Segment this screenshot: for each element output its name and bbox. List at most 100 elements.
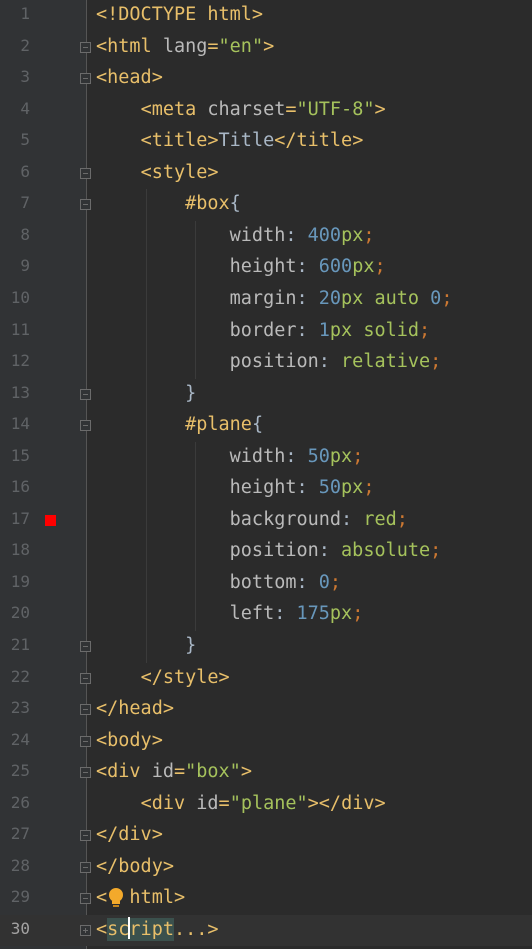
line-number[interactable]: 3 [0,67,30,86]
line-number[interactable]: 16 [0,477,30,496]
code-line[interactable]: 19 bottom: 0; [0,568,532,600]
code-text[interactable]: position: relative; [96,349,442,375]
code-line[interactable]: 5 <title>Title</title> [0,126,532,158]
line-number[interactable]: 21 [0,635,30,654]
code-line[interactable]: 6 <style> [0,158,532,190]
code-line[interactable]: 24 <body> [0,726,532,758]
line-number[interactable]: 29 [0,887,30,906]
code-line[interactable]: 11 border: 1px solid; [0,316,532,348]
code-line[interactable]: 23 </head> [0,694,532,726]
code-line[interactable]: 7 #box{ [0,189,532,221]
line-number[interactable]: 10 [0,288,30,307]
code-line[interactable]: 15 width: 50px; [0,442,532,474]
line-number[interactable]: 23 [0,698,30,717]
line-number[interactable]: 17 [0,509,30,528]
line-number[interactable]: 11 [0,320,30,339]
collapse-fold-icon[interactable] [80,388,91,400]
code-text[interactable]: <style> [96,160,219,186]
line-number[interactable]: 20 [0,603,30,622]
collapse-fold-icon[interactable] [80,641,91,652]
code-text[interactable]: background: red; [96,507,408,533]
code-line[interactable]: 25 <div id="box"> [0,757,532,789]
code-line[interactable]: 28 </body> [0,852,532,884]
line-number[interactable]: 1 [0,4,30,23]
code-text[interactable]: </style> [96,665,230,691]
collapse-fold-icon[interactable] [80,704,91,716]
code-text[interactable]: bottom: 0; [96,570,341,596]
code-text[interactable]: position: absolute; [96,538,442,564]
line-number[interactable]: 13 [0,383,30,402]
code-line[interactable]: 9 height: 600px; [0,252,532,284]
code-line[interactable]: 12 position: relative; [0,347,532,379]
line-number[interactable]: 30 [0,919,30,938]
code-line[interactable]: 21 } [0,631,532,663]
code-text[interactable]: height: 50px; [96,475,375,501]
code-line[interactable]: 14 #plane{ [0,410,532,442]
code-text[interactable]: <head> [96,65,163,91]
code-line[interactable]: 8 width: 400px; [0,221,532,253]
line-number[interactable]: 5 [0,130,30,149]
line-number[interactable]: 18 [0,540,30,559]
collapse-fold-icon[interactable] [80,167,91,179]
code-text[interactable]: height: 600px; [96,254,386,280]
line-number[interactable]: 28 [0,856,30,875]
collapse-fold-icon[interactable] [80,672,91,684]
line-number[interactable]: 15 [0,446,30,465]
code-text[interactable]: <body> [96,728,163,754]
line-number[interactable]: 25 [0,761,30,780]
line-number[interactable]: 19 [0,572,30,591]
code-editor[interactable]: 1 <!DOCTYPE html> 2 <html lang="en"> 3 <head>… [0,0,532,949]
line-number[interactable]: 27 [0,824,30,843]
code-line[interactable]: 17 background: red; [0,505,532,537]
code-line[interactable]: 13 } [0,379,532,411]
folded-region[interactable]: script [107,916,174,941]
code-line[interactable]: 30 <script...> [0,914,532,947]
code-text[interactable]: <!DOCTYPE html> [96,2,263,28]
collapse-fold-icon[interactable] [80,830,91,842]
line-number[interactable]: 14 [0,414,30,433]
code-line[interactable]: 20 left: 175px; [0,599,532,631]
collapse-fold-icon[interactable] [80,767,91,779]
line-number[interactable]: 8 [0,225,30,244]
code-line[interactable]: 26 <div id="plane"></div> [0,789,532,821]
code-line[interactable]: 4 <meta charset="UTF-8"> [0,95,532,127]
breakpoint-icon[interactable] [45,514,56,526]
code-text[interactable]: left: 175px; [96,601,364,627]
expand-fold-icon[interactable] [80,924,91,936]
collapse-fold-icon[interactable] [80,893,91,905]
code-text[interactable]: <html lang="en"> [96,34,274,60]
code-text[interactable]: </div> [96,822,163,848]
line-number[interactable]: 9 [0,256,30,275]
code-line[interactable]: 22 </style> [0,663,532,695]
line-number[interactable]: 12 [0,351,30,370]
line-number[interactable]: 7 [0,193,30,212]
lightbulb-icon[interactable] [108,887,124,909]
line-number[interactable]: 2 [0,36,30,55]
collapse-fold-icon[interactable] [80,861,91,873]
code-text[interactable]: <div id="box"> [96,759,252,785]
code-line[interactable]: 29 < html> [0,883,532,915]
collapse-fold-icon[interactable] [80,199,91,211]
code-text[interactable]: </body> [96,854,174,880]
code-line[interactable]: 27 </div> [0,820,532,852]
line-number[interactable]: 26 [0,793,30,812]
collapse-fold-icon[interactable] [80,420,91,432]
code-text[interactable]: </head> [96,696,174,722]
code-line[interactable]: 18 position: absolute; [0,536,532,568]
code-text[interactable]: <div id="plane"></div> [96,791,386,817]
code-text[interactable]: margin: 20px auto 0; [96,286,453,312]
code-text[interactable]: #plane{ [96,412,263,438]
code-text[interactable]: width: 400px; [96,223,375,249]
line-number[interactable]: 24 [0,730,30,749]
line-number[interactable]: 6 [0,162,30,181]
code-line[interactable]: 2 <html lang="en"> [0,32,532,64]
line-number[interactable]: 4 [0,99,30,118]
code-text[interactable]: <script...> [96,916,219,943]
code-text[interactable]: <title>Title</title> [96,128,364,154]
code-text[interactable]: width: 50px; [96,444,364,470]
code-text[interactable]: <meta charset="UTF-8"> [96,97,386,123]
code-line[interactable]: 1 <!DOCTYPE html> [0,0,532,32]
code-text[interactable]: #box{ [96,191,241,217]
code-line[interactable]: 16 height: 50px; [0,473,532,505]
collapse-fold-icon[interactable] [80,73,91,85]
